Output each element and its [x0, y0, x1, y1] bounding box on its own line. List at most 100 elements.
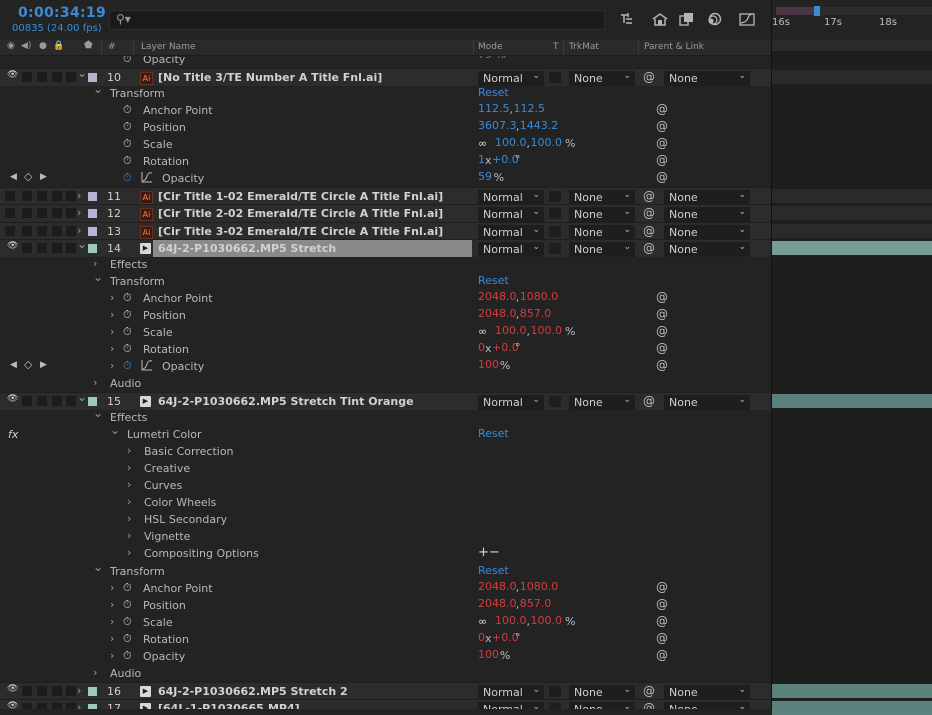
graph-icon[interactable]	[141, 359, 153, 374]
property-row[interactable]: ◀ ◇ ▶ ⏱ Opacity 59% @	[0, 170, 772, 187]
next-keyframe-icon[interactable]: ▶	[40, 172, 47, 182]
stopwatch-icon[interactable]: ⏱	[123, 103, 132, 117]
expand-chevron-icon[interactable]: ›	[110, 342, 114, 355]
rotation-revolutions[interactable]: 1	[478, 153, 485, 166]
prev-keyframe-icon[interactable]: ◀	[10, 360, 17, 370]
label-color-swatch[interactable]	[88, 397, 97, 406]
expand-chevron-icon[interactable]: ›	[77, 701, 81, 709]
pick-whip-icon[interactable]: @	[643, 224, 655, 238]
property-value[interactable]: 1443.2	[520, 119, 559, 132]
layer-duration-bar[interactable]	[772, 70, 932, 85]
stopwatch-icon[interactable]: ⏱	[123, 342, 132, 356]
expand-chevron-icon[interactable]: ›	[110, 325, 114, 338]
add-remove-buttons[interactable]: +−	[478, 545, 500, 560]
expand-chevron-icon[interactable]: ›	[110, 615, 114, 628]
preserve-transparency-toggle[interactable]	[549, 225, 561, 237]
label-color-swatch[interactable]	[88, 243, 97, 253]
preserve-transparency-toggle[interactable]	[549, 191, 561, 203]
expand-chevron-icon[interactable]: ›	[93, 376, 97, 389]
layer-duration-bar[interactable]	[772, 189, 932, 204]
constrain-proportions-icon[interactable]: ∞	[478, 137, 487, 150]
property-row[interactable]: › ⏱ Position 2048.0, 857.0 @	[0, 597, 772, 614]
composition-flowchart-icon[interactable]	[618, 11, 636, 27]
property-row[interactable]: › ⏱ Rotation 0 x +0.0 ° @	[0, 631, 772, 648]
track-matte-dropdown[interactable]: None ⌄	[569, 71, 635, 87]
expand-chevron-icon[interactable]: ›	[77, 189, 81, 202]
parent-dropdown[interactable]: None ⌄	[664, 224, 750, 240]
property-row[interactable]: › Vignette	[0, 528, 772, 545]
reset-link[interactable]: Reset	[478, 564, 509, 577]
pick-whip-icon[interactable]: @	[643, 701, 655, 709]
property-row[interactable]: ⌄ Transform Reset	[0, 270, 772, 290]
stopwatch-icon[interactable]: ⏱	[123, 291, 132, 305]
switch-box[interactable]	[5, 191, 15, 202]
constrain-proportions-icon[interactable]: ∞	[478, 325, 487, 338]
layer-name-cell[interactable]: [Cir Title 3-02 Emerald/TE Circle A Titl…	[153, 223, 472, 240]
expand-chevron-icon[interactable]: ›	[127, 512, 131, 525]
blend-mode-dropdown[interactable]: Normal ⌄	[478, 207, 544, 223]
stopwatch-icon[interactable]: ⏱	[123, 649, 132, 663]
property-value[interactable]: 100.0	[531, 136, 563, 149]
property-row[interactable]: › ⏱ Position 2048.0, 857.0 @	[0, 307, 772, 324]
track-matte-dropdown[interactable]: None ⌄	[569, 241, 635, 257]
switch-box[interactable]	[5, 208, 15, 219]
expand-chevron-icon[interactable]: ›	[110, 359, 114, 372]
expand-chevron-icon[interactable]: ⌄	[93, 560, 103, 574]
property-value[interactable]: 100.0	[495, 614, 527, 627]
property-row[interactable]: › HSL Secondary	[0, 511, 772, 528]
eye-icon[interactable]: 👁	[7, 70, 18, 80]
stopwatch-icon[interactable]: ⏱	[123, 56, 132, 66]
expression-pick-whip-icon[interactable]: @	[656, 597, 668, 611]
label-color-swatch[interactable]	[88, 73, 97, 83]
property-row[interactable]: ⌄ Transform Reset	[0, 560, 772, 580]
reset-link[interactable]: Reset	[478, 86, 509, 99]
property-value[interactable]: 2048.0	[478, 597, 517, 610]
property-value[interactable]: 1080.0	[520, 580, 559, 593]
property-value[interactable]: 112.5	[478, 102, 510, 115]
stopwatch-icon[interactable]: ⏱	[123, 137, 132, 151]
stopwatch-icon[interactable]: ⏱	[123, 308, 132, 322]
track-matte-dropdown[interactable]: None ⌄	[569, 395, 635, 410]
expand-chevron-icon[interactable]: ›	[110, 649, 114, 662]
preserve-transparency-toggle[interactable]	[549, 396, 561, 407]
expression-pick-whip-icon[interactable]: @	[656, 324, 668, 338]
switch-box[interactable]	[66, 72, 76, 83]
expand-chevron-icon[interactable]: ⌄	[93, 82, 103, 96]
expression-pick-whip-icon[interactable]: @	[656, 153, 668, 167]
blend-mode-dropdown[interactable]: Normal ⌄	[478, 684, 544, 700]
expand-chevron-icon[interactable]: ›	[127, 495, 131, 508]
expand-chevron-icon[interactable]: ›	[93, 666, 97, 679]
property-row[interactable]: ⏱ Anchor Point 112.5, 112.5 @	[0, 102, 772, 119]
layer-name-cell[interactable]: [Cir Title 2-02 Emerald/TE Circle A Titl…	[153, 205, 472, 222]
track-matte-dropdown[interactable]: None ⌄	[569, 207, 635, 223]
switch-box[interactable]	[52, 225, 62, 236]
switch-box[interactable]	[22, 208, 32, 219]
layer-name-cell[interactable]: 64J-2-P1030662.MP5 Stretch 2	[153, 683, 472, 700]
work-area-range[interactable]	[776, 7, 814, 15]
expression-pick-whip-icon[interactable]: @	[656, 341, 668, 355]
expand-chevron-icon[interactable]: ›	[110, 308, 114, 321]
expand-chevron-icon[interactable]: ›	[77, 206, 81, 219]
reset-link[interactable]: Reset	[478, 427, 509, 440]
pick-whip-icon[interactable]: @	[643, 241, 655, 255]
draft-3d-icon[interactable]	[651, 11, 669, 27]
property-value[interactable]: 2048.0	[478, 290, 517, 303]
expand-chevron-icon[interactable]: ⌄	[77, 237, 87, 251]
expand-chevron-icon[interactable]: ⌄	[77, 66, 87, 80]
stopwatch-icon[interactable]: ⏱	[123, 632, 132, 646]
property-value[interactable]: 100	[478, 648, 499, 661]
switch-box[interactable]	[37, 191, 47, 202]
stopwatch-icon[interactable]: ⏱	[123, 171, 132, 185]
switch-box[interactable]	[52, 191, 62, 202]
frame-blending-icon[interactable]	[678, 11, 696, 27]
switch-box[interactable]	[66, 685, 76, 696]
property-row[interactable]: ⌄ Transform Reset	[0, 82, 772, 102]
property-row[interactable]: › Compositing Options +−	[0, 545, 772, 562]
property-row[interactable]: ⏱ Rotation 1 x +0.0 ° @	[0, 153, 772, 170]
preserve-transparency-toggle[interactable]	[549, 702, 561, 709]
eye-icon[interactable]: 👁	[7, 394, 18, 404]
layer-row[interactable]: 👁 › 16 ▶ 64J-2-P1030662.MP5 Stretch 2 Normal ⌄…	[0, 681, 772, 700]
expression-pick-whip-icon[interactable]: @	[656, 102, 668, 116]
eye-icon[interactable]: 👁	[7, 684, 18, 694]
expression-pick-whip-icon[interactable]: @	[656, 290, 668, 304]
